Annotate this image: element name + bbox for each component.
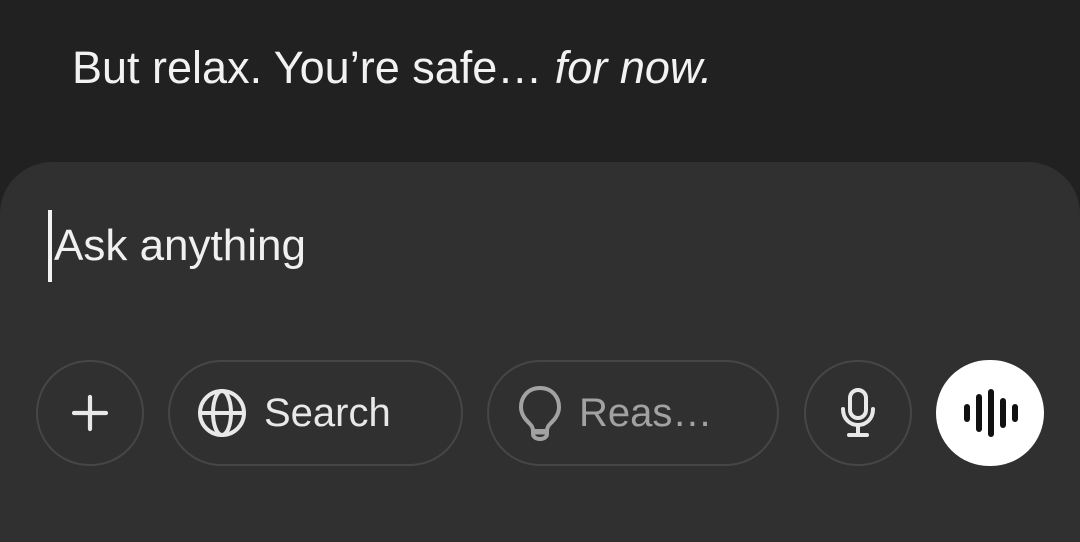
reason-button[interactable]: Reas… (487, 360, 779, 466)
prompt-placeholder: Ask anything (54, 221, 306, 270)
chat-composer: Ask anything Search Reas… (0, 162, 1080, 542)
assistant-message-text: But relax. You’re safe… for now. (72, 38, 712, 98)
search-label: Search (264, 390, 391, 435)
message-regular-text: But relax. You’re safe… (72, 42, 555, 93)
search-button[interactable]: Search (168, 360, 463, 466)
voice-mode-button[interactable] (936, 360, 1044, 466)
reason-label: Reas… (579, 390, 713, 435)
prompt-input[interactable]: Ask anything (48, 210, 998, 282)
lightbulb-icon (517, 384, 563, 442)
add-attachment-button[interactable] (36, 360, 144, 466)
voice-input-button[interactable] (804, 360, 912, 466)
text-caret (48, 210, 52, 282)
plus-icon (70, 393, 110, 433)
message-italic-text: for now. (554, 42, 713, 93)
voice-waveform-icon (961, 389, 1019, 437)
microphone-icon (837, 387, 879, 439)
globe-icon (196, 387, 248, 439)
